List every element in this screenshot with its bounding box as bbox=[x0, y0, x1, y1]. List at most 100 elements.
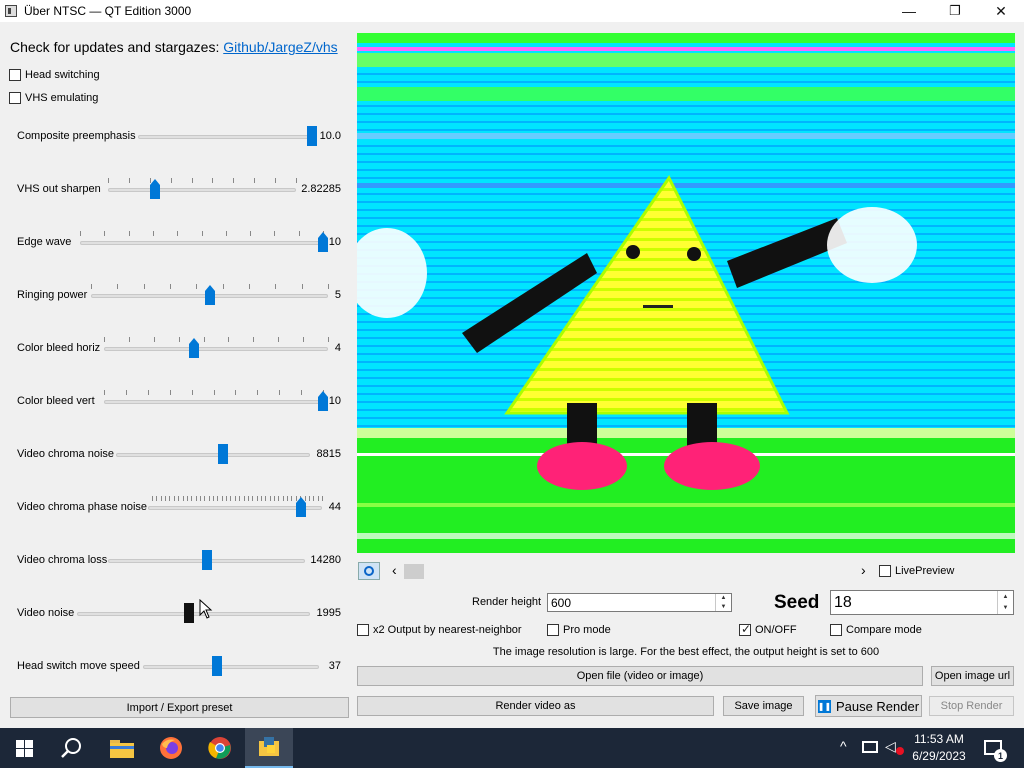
slider-tick bbox=[178, 496, 179, 501]
slider-track[interactable] bbox=[104, 400, 323, 404]
slider-value: 44 bbox=[328, 501, 341, 513]
minimize-button[interactable]: — bbox=[886, 0, 932, 22]
close-button[interactable]: ✕ bbox=[978, 0, 1024, 22]
render-height-spinbox[interactable]: 600 ▲ ▼ bbox=[547, 593, 732, 612]
vhs-emulating-checkbox[interactable]: VHS emulating bbox=[9, 92, 98, 104]
slider-label: Color bleed horiz bbox=[17, 342, 101, 354]
horizontal-scrollbar-thumb[interactable] bbox=[404, 564, 424, 579]
slider-row: Edge wave 10 bbox=[0, 229, 356, 257]
clock-date[interactable]: 6/29/2023 bbox=[906, 749, 972, 763]
windows-start-icon[interactable] bbox=[0, 728, 48, 768]
seed-spin-buttons[interactable]: ▲ ▼ bbox=[997, 591, 1013, 614]
slider-row: Video chroma loss 14280 bbox=[0, 547, 356, 575]
slider-track[interactable] bbox=[148, 506, 322, 510]
slider-track[interactable] bbox=[104, 347, 328, 351]
spin-up-icon[interactable]: ▲ bbox=[716, 594, 731, 603]
slider-track[interactable] bbox=[108, 188, 296, 192]
slider-tick bbox=[305, 496, 306, 501]
compare-mode-checkbox[interactable]: Compare mode bbox=[830, 624, 922, 636]
slider-tick bbox=[250, 231, 251, 236]
head-switching-checkbox[interactable]: Head switching bbox=[9, 69, 100, 81]
window-title: Über NTSC — QT Edition 3000 bbox=[24, 4, 192, 18]
slider-tick bbox=[270, 496, 271, 501]
slider-handle[interactable] bbox=[307, 126, 317, 146]
slider-track[interactable] bbox=[80, 241, 323, 245]
slider-tick bbox=[144, 284, 145, 289]
render-height-label: Render height bbox=[472, 596, 542, 608]
slider-value: 10.0 bbox=[319, 130, 341, 142]
slider-tick bbox=[302, 284, 303, 289]
slider-tick bbox=[126, 390, 127, 395]
x2-output-box[interactable] bbox=[357, 624, 369, 636]
vhs-emulating-box[interactable] bbox=[9, 92, 21, 104]
slider-tick bbox=[161, 496, 162, 501]
python-app-icon[interactable] bbox=[245, 728, 293, 768]
live-preview-checkbox[interactable]: LivePreview bbox=[879, 565, 954, 577]
slider-tick bbox=[296, 496, 297, 501]
slider-track[interactable] bbox=[116, 453, 310, 457]
render-height-value: 600 bbox=[551, 595, 572, 610]
slider-value: 8815 bbox=[316, 448, 341, 460]
onoff-box[interactable] bbox=[739, 622, 751, 636]
compare-mode-box[interactable] bbox=[830, 624, 842, 636]
clock-time[interactable]: 11:53 AM bbox=[906, 732, 972, 746]
slider-row: Video noise 1995 bbox=[0, 600, 356, 628]
pro-mode-box[interactable] bbox=[547, 624, 559, 636]
slider-label: Video chroma phase noise bbox=[17, 501, 148, 513]
slider-tick bbox=[170, 390, 171, 395]
slider-tick bbox=[165, 496, 166, 501]
pause-render-button[interactable]: ❚❚ Pause Render bbox=[815, 695, 922, 717]
slider-tick bbox=[156, 496, 157, 501]
fit-view-button[interactable] bbox=[358, 562, 380, 580]
slider-tick bbox=[204, 496, 205, 501]
pro-mode-label: Pro mode bbox=[563, 624, 611, 636]
open-file-button[interactable]: Open file (video or image) bbox=[357, 666, 923, 686]
firefox-icon[interactable] bbox=[147, 728, 195, 768]
scroll-right-arrow[interactable]: › bbox=[861, 562, 866, 578]
slider-track[interactable] bbox=[143, 665, 319, 669]
pro-mode-checkbox[interactable]: Pro mode bbox=[547, 624, 611, 636]
live-preview-box[interactable] bbox=[879, 565, 891, 577]
volume-muted-icon[interactable]: ◁ bbox=[885, 738, 896, 755]
stop-render-button[interactable]: Stop Render bbox=[929, 696, 1014, 716]
slider-row: Color bleed horiz 4 bbox=[0, 335, 356, 363]
github-link[interactable]: Github/JargeZ/vhs bbox=[223, 39, 337, 55]
render-video-button[interactable]: Render video as bbox=[357, 696, 714, 716]
spin-down-icon[interactable]: ▼ bbox=[716, 603, 731, 612]
slider-ticks bbox=[80, 231, 324, 236]
slider-tick bbox=[179, 337, 180, 342]
seed-spinbox[interactable]: 18 ▲ ▼ bbox=[830, 590, 1014, 615]
open-image-url-button[interactable]: Open image url bbox=[931, 666, 1014, 686]
slider-handle[interactable] bbox=[202, 550, 212, 570]
slider-tick bbox=[230, 496, 231, 501]
scroll-left-arrow[interactable]: ‹ bbox=[392, 562, 397, 578]
slider-track[interactable] bbox=[138, 135, 312, 139]
compare-mode-label: Compare mode bbox=[846, 624, 922, 636]
head-switching-box[interactable] bbox=[9, 69, 21, 81]
save-image-button[interactable]: Save image bbox=[723, 696, 804, 716]
render-height-spin-buttons[interactable]: ▲ ▼ bbox=[715, 594, 731, 611]
slider-tick bbox=[223, 284, 224, 289]
slider-handle[interactable] bbox=[212, 656, 222, 676]
search-icon[interactable] bbox=[48, 728, 96, 768]
slider-tick bbox=[170, 284, 171, 289]
x2-output-checkbox[interactable]: x2 Output by nearest-neighbor bbox=[357, 624, 522, 636]
slider-tick bbox=[192, 178, 193, 183]
spin-up-icon[interactable]: ▲ bbox=[998, 591, 1013, 603]
slider-tick bbox=[265, 496, 266, 501]
network-icon[interactable] bbox=[862, 741, 878, 753]
slider-handle[interactable] bbox=[184, 603, 194, 623]
import-export-preset-button[interactable]: Import / Export preset bbox=[10, 697, 349, 718]
slider-tick bbox=[291, 496, 292, 501]
slider-tick bbox=[104, 231, 105, 236]
chrome-icon[interactable] bbox=[196, 728, 244, 768]
maximize-button[interactable]: ❐ bbox=[932, 0, 978, 22]
slider-tick bbox=[213, 496, 214, 501]
file-explorer-icon[interactable] bbox=[98, 728, 146, 768]
slider-tick bbox=[235, 496, 236, 501]
chevron-up-icon[interactable]: ^ bbox=[840, 738, 847, 754]
spin-down-icon[interactable]: ▼ bbox=[998, 603, 1013, 615]
onoff-checkbox[interactable]: ON/OFF bbox=[739, 622, 797, 636]
slider-handle[interactable] bbox=[218, 444, 228, 464]
vhs-emulating-label: VHS emulating bbox=[25, 92, 99, 104]
